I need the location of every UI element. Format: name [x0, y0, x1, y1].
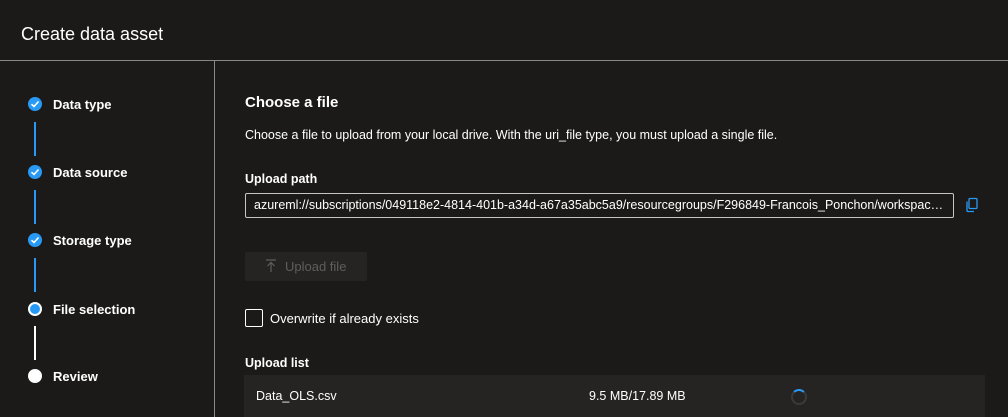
step-connector: [34, 190, 36, 224]
step-review[interactable]: Review: [0, 364, 215, 388]
upload-arrow-icon: [265, 259, 277, 276]
step-label: File selection: [53, 302, 136, 317]
step-label: Data type: [53, 97, 112, 112]
step-data-type[interactable]: Data type: [0, 92, 215, 116]
upload-file-button[interactable]: Upload file: [245, 252, 367, 281]
step-file-selection[interactable]: File selection: [0, 297, 215, 321]
overwrite-option[interactable]: Overwrite if already exists: [245, 309, 545, 329]
step-connector: [34, 258, 36, 292]
checkmark-icon: [28, 233, 42, 247]
step-label: Review: [53, 369, 98, 384]
upload-path-field[interactable]: azureml://subscriptions/049118e2-4814-40…: [245, 193, 954, 218]
overwrite-checkbox[interactable]: [245, 309, 263, 327]
current-step-icon: [28, 302, 42, 316]
main-content: Choose a file Choose a file to upload fr…: [216, 61, 1008, 417]
wizard-steps: Data type Data source Storage type File …: [0, 61, 215, 417]
panel-header: Create data asset: [0, 0, 1008, 61]
upload-file-button-label: Upload file: [285, 259, 347, 274]
step-connector: [34, 326, 36, 360]
file-name: Data_OLS.csv: [256, 389, 337, 403]
spinner-icon: [791, 389, 807, 405]
checkmark-icon: [28, 165, 42, 179]
upload-list-row: Data_OLS.csv 9.5 MB/17.89 MB: [244, 375, 985, 417]
checkmark-icon: [28, 97, 42, 111]
file-progress: 9.5 MB/17.89 MB: [589, 389, 686, 403]
upload-list-label: Upload list: [245, 356, 309, 370]
step-label: Storage type: [53, 233, 132, 248]
section-heading: Choose a file: [245, 94, 339, 111]
step-label: Data source: [53, 165, 128, 180]
panel-title: Create data asset: [21, 24, 164, 44]
step-connector: [34, 122, 36, 156]
pending-step-icon: [28, 369, 42, 383]
step-data-source[interactable]: Data source: [0, 160, 215, 184]
section-description: Choose a file to upload from your local …: [245, 128, 778, 142]
overwrite-label: Overwrite if already exists: [270, 311, 419, 326]
upload-path-label: Upload path: [245, 172, 318, 186]
copy-icon[interactable]: [964, 197, 980, 213]
step-storage-type[interactable]: Storage type: [0, 228, 215, 252]
